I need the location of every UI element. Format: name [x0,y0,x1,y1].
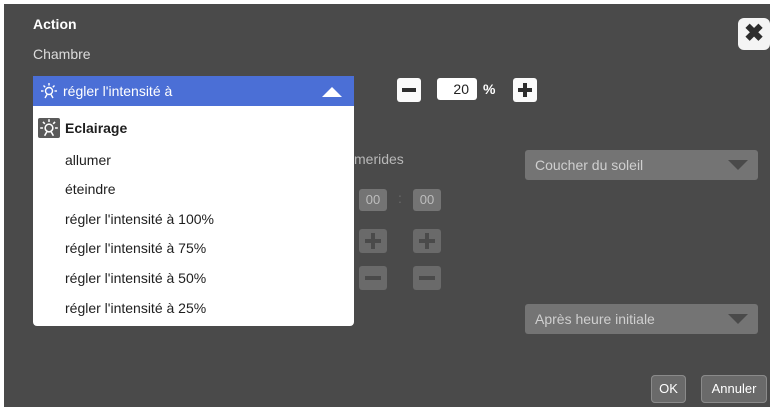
offset-mode-select[interactable]: Après heure initiale [525,304,758,334]
sun-event-select[interactable]: Coucher du soleil [525,150,758,180]
hours-plus-button[interactable] [359,229,387,253]
dialog-title: Action [33,16,77,32]
close-button[interactable]: ✖ [738,18,770,50]
minus-icon [419,276,435,280]
hours-minus-button[interactable] [359,266,387,290]
decrease-intensity-button[interactable] [397,78,421,102]
ok-button[interactable]: OK [651,375,686,403]
option-intensity-100[interactable]: régler l'intensité à 100% [65,211,214,227]
minutes-plus-button[interactable] [413,229,441,253]
option-intensity-75[interactable]: régler l'intensité à 75% [65,240,206,256]
action-select-value: régler l'intensité à [63,83,173,99]
group-eclairage: Eclairage [33,118,354,140]
sun-event-value: Coucher du soleil [535,157,644,173]
minutes-field[interactable]: 00 [413,189,441,211]
room-label: Chambre [33,46,91,62]
minutes-minus-button[interactable] [413,266,441,290]
option-intensity-50[interactable]: régler l'intensité à 50% [65,270,206,286]
increase-intensity-button[interactable] [513,78,537,102]
chevron-down-icon [728,160,748,170]
option-intensity-25[interactable]: régler l'intensité à 25% [65,300,206,316]
hours-field[interactable]: 00 [359,189,387,211]
action-dropdown-list: Eclairage allumer éteindre régler l'inte… [33,106,354,326]
option-allumer[interactable]: allumer [65,152,111,168]
ephemerides-label: merides [354,151,404,167]
chevron-down-icon [728,314,748,324]
light-bulb-icon [41,83,57,99]
offset-mode-value: Après heure initiale [535,311,655,327]
light-bulb-icon [40,119,58,137]
group-label: Eclairage [65,120,128,136]
intensity-input[interactable]: 20 [437,78,477,100]
action-select[interactable]: régler l'intensité à [33,76,354,106]
percent-unit-label: % [483,81,496,97]
chevron-up-icon [322,87,342,97]
option-eteindre[interactable]: éteindre [65,181,116,197]
time-separator: : [398,190,402,206]
minus-icon [402,88,416,92]
minus-icon [365,276,381,280]
cancel-button[interactable]: Annuler [701,375,767,403]
